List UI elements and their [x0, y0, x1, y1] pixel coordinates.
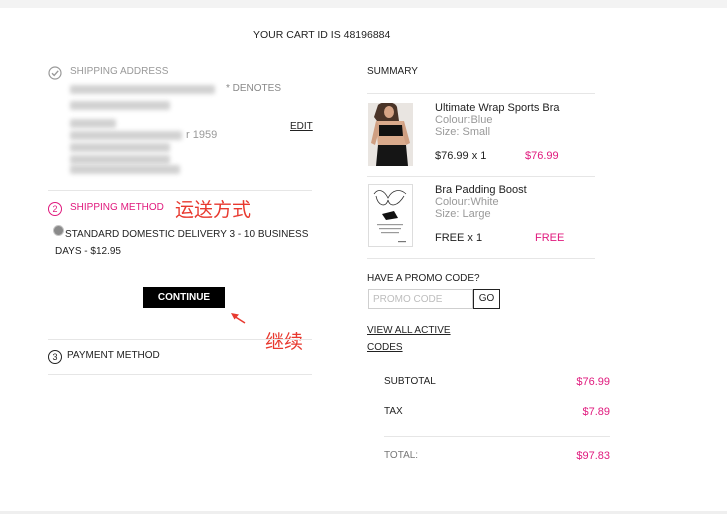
shipping-method-title: SHIPPING METHOD — [70, 202, 164, 213]
view-codes-wrapper: VIEW ALL ACTIVE CODES — [367, 322, 467, 356]
product-name[interactable]: Bra Padding Boost — [435, 184, 527, 196]
divider — [48, 374, 312, 375]
address-fragment: r 1959 — [186, 129, 218, 141]
product-colour: Colour:Blue — [435, 114, 493, 126]
arrow-annotation-icon — [231, 313, 246, 324]
divider — [367, 176, 595, 177]
promo-code-input[interactable] — [368, 289, 473, 309]
shipping-address-title: SHIPPING ADDRESS — [70, 66, 169, 77]
check-circle-icon — [48, 66, 62, 80]
checkout-page: YOUR CART ID IS 48196884 SHIPPING ADDRES… — [0, 0, 727, 514]
subtotal-label: SUBTOTAL — [384, 376, 436, 387]
product-colour: Colour:White — [435, 196, 499, 208]
redacted-address-line — [70, 119, 116, 128]
divider — [367, 258, 595, 259]
redacted-address-line — [70, 85, 215, 94]
divider — [384, 436, 610, 437]
product-qty-price: $76.99 x 1 — [435, 150, 487, 162]
divider — [48, 190, 312, 191]
promo-code-label: HAVE A PROMO CODE? — [367, 273, 480, 284]
product-size: Size: Small — [435, 126, 491, 138]
product-image[interactable] — [368, 103, 413, 166]
total-label: TOTAL: — [384, 450, 419, 461]
redacted-address-line — [70, 165, 180, 174]
divider — [48, 339, 312, 340]
top-bar — [0, 0, 727, 8]
product-line-total: $76.99 — [525, 150, 559, 162]
product-size: Size: Large — [435, 208, 491, 220]
step-number-badge: 2 — [48, 202, 62, 216]
summary-title: SUMMARY — [367, 66, 418, 77]
tax-value: $7.89 — [582, 406, 610, 418]
step-number-badge: 3 — [48, 350, 62, 364]
tax-label: TAX — [384, 406, 403, 417]
product-image[interactable] — [368, 184, 413, 247]
redacted-address-line — [70, 131, 182, 140]
redacted-address-line — [70, 101, 170, 110]
redacted-address-line — [70, 155, 170, 164]
shipping-method-annotation: 运送方式 — [175, 199, 252, 221]
required-fields-note: * DENOTES — [226, 83, 282, 94]
delivery-option-label[interactable]: STANDARD DOMESTIC DELIVERY 3 - 10 BUSINE… — [55, 226, 323, 260]
continue-annotation: 继续 — [265, 331, 304, 353]
subtotal-value: $76.99 — [576, 376, 610, 388]
payment-method-title[interactable]: PAYMENT METHOD — [67, 350, 160, 362]
redacted-address-line — [70, 143, 170, 152]
apply-promo-button[interactable]: GO — [473, 289, 500, 309]
divider — [367, 93, 595, 94]
edit-address-link[interactable]: EDIT — [290, 121, 313, 133]
product-qty-price: FREE x 1 — [435, 232, 483, 244]
total-value: $97.83 — [576, 450, 610, 462]
view-all-codes-link[interactable]: VIEW ALL ACTIVE CODES — [367, 325, 451, 353]
continue-button[interactable]: CONTINUE — [143, 287, 225, 308]
product-name[interactable]: Ultimate Wrap Sports Bra — [435, 102, 560, 114]
product-line-total: FREE — [535, 232, 565, 244]
cart-id: YOUR CART ID IS 48196884 — [253, 29, 391, 41]
